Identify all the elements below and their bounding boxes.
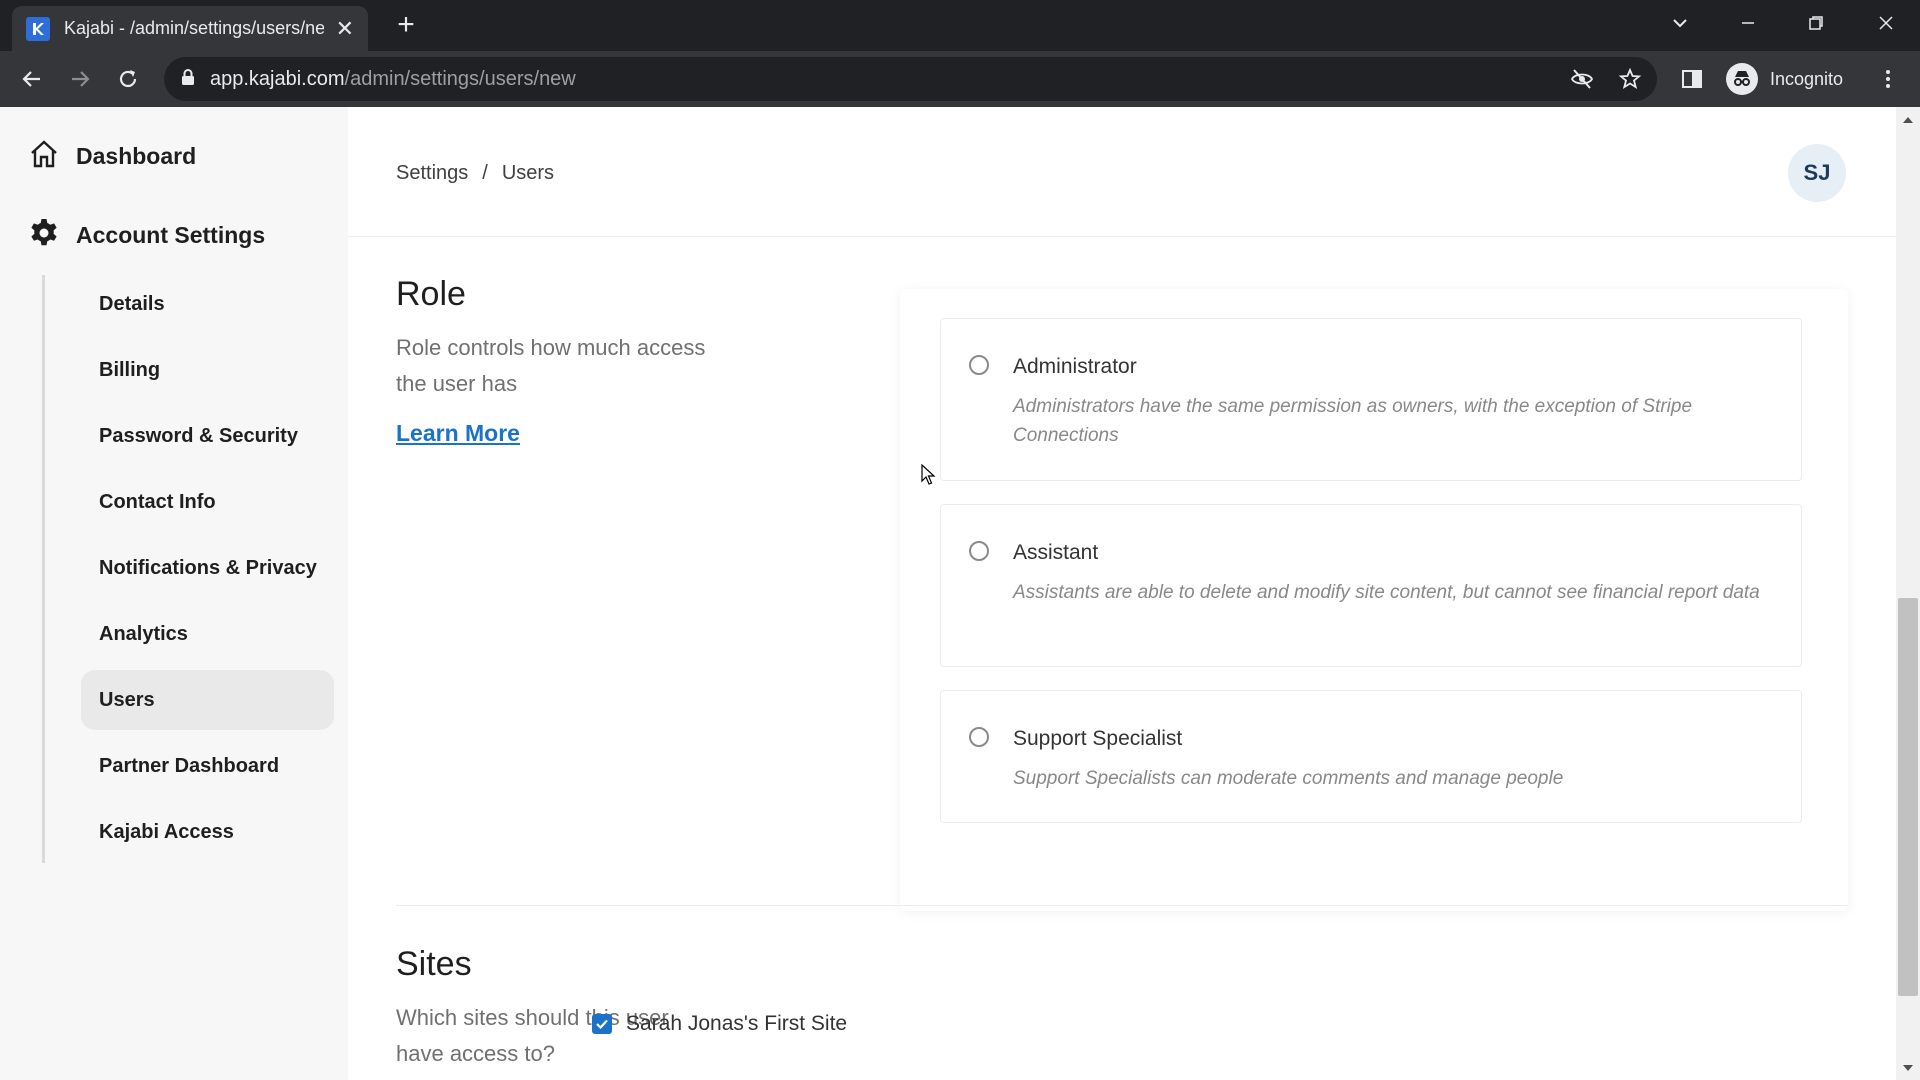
role-option-name: Administrator: [1013, 355, 1137, 378]
tab-search-icon[interactable]: [1660, 8, 1700, 38]
incognito-label: Incognito: [1770, 68, 1844, 89]
sidebar-rail: [42, 275, 45, 863]
breadcrumb: Settings / Users: [396, 162, 554, 185]
learn-more-link[interactable]: Learn More: [396, 420, 520, 447]
role-option-description: Assistants are able to delete and modify…: [1013, 582, 1760, 603]
role-option-administrator[interactable]: Administrator Administrators have the sa…: [940, 318, 1802, 481]
role-option-assistant[interactable]: Assistant Assistants are able to delete …: [940, 504, 1802, 667]
sidebar-item-details[interactable]: Details: [81, 274, 334, 334]
lock-icon: [180, 68, 196, 91]
user-avatar[interactable]: SJ: [1788, 144, 1846, 202]
new-tab-icon[interactable]: +: [390, 10, 422, 42]
site-checkbox[interactable]: [592, 1014, 612, 1034]
sidebar-dashboard-link[interactable]: Dashboard: [28, 138, 196, 175]
sidebar-dashboard-label: Dashboard: [76, 143, 197, 169]
support-specialist-radio[interactable]: [969, 727, 989, 747]
sidebar-item-notifications-privacy[interactable]: Notifications & Privacy: [81, 538, 334, 598]
role-option-name: Support Specialist: [1013, 727, 1183, 750]
tab-title: Kajabi - /admin/settings/users/new: [64, 18, 324, 38]
assistant-radio[interactable]: [969, 541, 989, 561]
close-tab-icon[interactable]: ✕: [336, 17, 354, 40]
sidebar-item-users[interactable]: Users: [81, 670, 334, 730]
sites-section-title: Sites: [396, 945, 472, 983]
url-host: app.kajabi.com: [210, 67, 345, 90]
browser-tab[interactable]: Kajabi - /admin/settings/users/new ✕: [12, 6, 368, 51]
role-section-description: Role controls how much access the user h…: [396, 335, 706, 396]
close-window-icon[interactable]: [1866, 8, 1906, 38]
breadcrumb-settings[interactable]: Settings: [396, 162, 468, 185]
main-content: Settings / Users SJ Role Role controls h…: [348, 107, 1896, 1080]
bookmark-star-icon[interactable]: [1618, 67, 1642, 91]
sidebar-item-contact-info[interactable]: Contact Info: [81, 472, 334, 532]
kajabi-favicon-icon: [26, 16, 50, 41]
sidebar-item-kajabi-access[interactable]: Kajabi Access: [81, 802, 334, 862]
site-checkbox-row[interactable]: Sarah Jonas's First Site: [592, 1012, 847, 1036]
sidebar-item-analytics[interactable]: Analytics: [81, 604, 334, 664]
scroll-down-icon[interactable]: [1896, 1058, 1920, 1078]
mouse-cursor-icon: [921, 463, 937, 491]
breadcrumb-users: Users: [501, 162, 555, 184]
administrator-radio[interactable]: [969, 355, 989, 375]
reload-icon[interactable]: [112, 63, 144, 95]
incognito-icon: [1726, 63, 1758, 95]
sidebar-account-settings-label: Account Settings: [76, 222, 266, 248]
role-option-description: Support Specialists can moderate comment…: [1013, 768, 1564, 789]
role-section-title: Role: [396, 275, 466, 313]
sidebar-item-password-security[interactable]: Password & Security: [81, 406, 334, 466]
tracking-protection-icon[interactable]: [1570, 67, 1594, 91]
section-divider: [396, 905, 1848, 906]
browser-tab-bar: Kajabi - /admin/settings/users/new ✕ +: [0, 0, 1920, 51]
sidebar-account-settings[interactable]: Account Settings: [28, 217, 265, 254]
breadcrumb-separator: /: [482, 162, 488, 184]
back-icon[interactable]: [16, 63, 48, 95]
url-path: /admin/settings/users/new: [344, 67, 576, 90]
sidebar-item-partner-dashboard[interactable]: Partner Dashboard: [81, 736, 334, 796]
role-option-support-specialist[interactable]: Support Specialist Support Specialists c…: [940, 690, 1802, 823]
scrollbar-thumb[interactable]: [1898, 598, 1918, 996]
forward-icon[interactable]: [64, 63, 96, 95]
restore-icon[interactable]: [1796, 8, 1836, 38]
page-header: Settings / Users SJ: [348, 107, 1896, 237]
home-icon: [28, 138, 60, 175]
sidebar-item-billing[interactable]: Billing: [81, 340, 334, 400]
settings-sidebar: Dashboard Account Settings Details Billi…: [0, 107, 348, 1080]
role-option-name: Assistant: [1013, 541, 1099, 564]
minimize-icon[interactable]: [1728, 8, 1768, 38]
side-panel-icon[interactable]: [1676, 63, 1708, 95]
incognito-profile-button[interactable]: Incognito: [1722, 60, 1853, 98]
sites-section-description: Which sites should this user have access…: [396, 1005, 669, 1066]
site-name: Sarah Jonas's First Site: [626, 1012, 848, 1035]
gear-icon: [28, 217, 60, 254]
browser-menu-icon[interactable]: [1872, 63, 1904, 95]
browser-toolbar: app.kajabi.com/admin/settings/users/new …: [0, 51, 1920, 107]
scroll-up-icon[interactable]: [1896, 110, 1920, 130]
address-bar[interactable]: app.kajabi.com/admin/settings/users/new: [164, 57, 1657, 101]
role-option-description: Administrators have the same permission …: [1013, 396, 1693, 446]
